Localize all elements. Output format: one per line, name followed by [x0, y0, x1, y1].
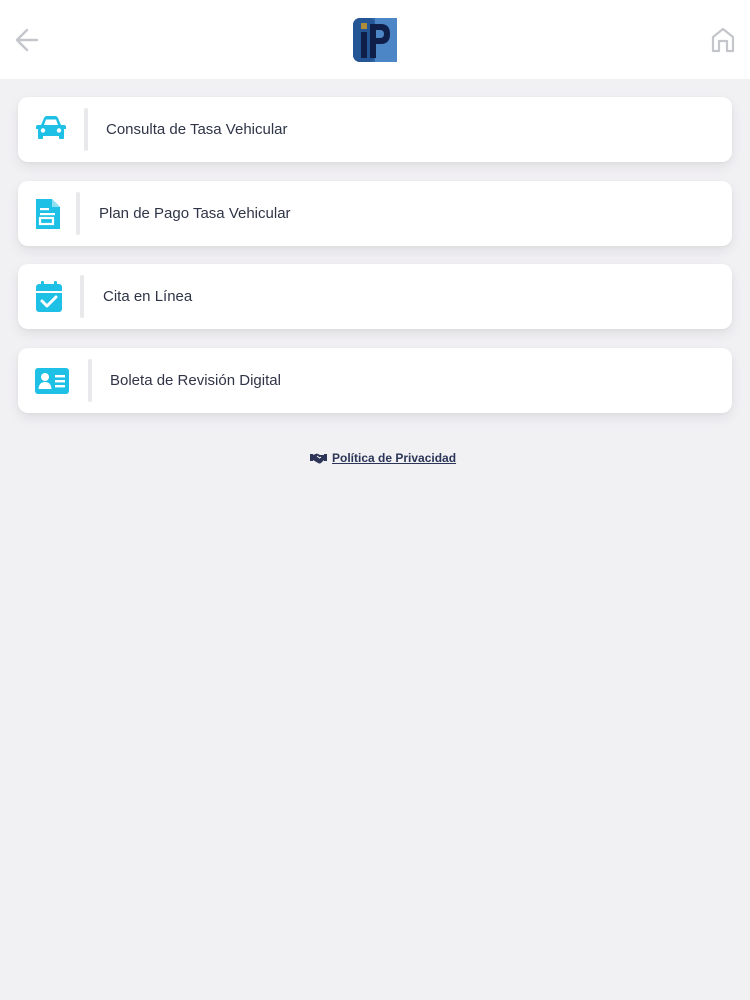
calendar-check-icon	[36, 281, 62, 312]
menu-item-cita-en-linea[interactable]: Cita en Línea	[18, 264, 732, 329]
privacy-policy-link[interactable]: Política de Privacidad	[310, 449, 456, 467]
id-card-icon	[35, 367, 69, 394]
menu-item-boleta-revision-digital[interactable]: Boleta de Revisión Digital	[18, 347, 732, 413]
item-divider	[76, 191, 80, 235]
menu-item-label: Consulta de Tasa Vehicular	[106, 121, 288, 138]
menu-item-consulta-tasa-vehicular[interactable]: Consulta de Tasa Vehicular	[18, 97, 732, 162]
car-icon	[36, 116, 66, 139]
handshake-icon	[310, 453, 327, 464]
privacy-policy-label[interactable]: Política de Privacidad	[332, 451, 456, 465]
item-divider	[84, 108, 88, 151]
app-header	[0, 0, 750, 79]
arrow-left-icon	[15, 28, 39, 52]
home-button[interactable]	[710, 27, 736, 53]
menu-item-label: Plan de Pago Tasa Vehicular	[99, 204, 291, 222]
back-button[interactable]	[12, 26, 42, 54]
document-icon	[36, 198, 60, 229]
menu-item-label: Cita en Línea	[103, 288, 193, 305]
ip-logo	[353, 18, 397, 62]
home-icon	[711, 27, 735, 53]
menu-item-plan-de-pago[interactable]: Plan de Pago Tasa Vehicular	[18, 180, 732, 246]
menu-list: Consulta de Tasa Vehicular Plan de Pago …	[18, 97, 732, 431]
item-divider	[80, 275, 84, 318]
menu-item-label: Boleta de Revisión Digital	[110, 371, 281, 389]
item-divider	[88, 358, 92, 402]
